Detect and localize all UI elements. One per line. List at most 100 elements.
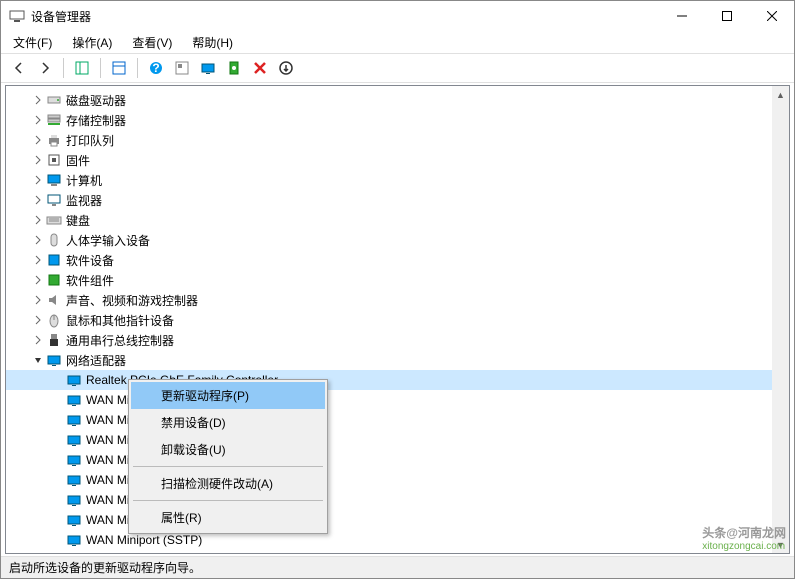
expand-icon[interactable] xyxy=(30,232,46,248)
expand-icon[interactable] xyxy=(30,172,46,188)
menu-file[interactable]: 文件(F) xyxy=(7,32,58,53)
menu-separator xyxy=(133,500,323,501)
close-button[interactable] xyxy=(749,1,794,31)
menu-disable-device[interactable]: 禁用设备(D) xyxy=(131,409,325,436)
device-tree[interactable]: 磁盘驱动器存储控制器打印队列固件计算机监视器键盘人体学输入设备软件设备软件组件声… xyxy=(6,86,789,554)
menu-update-driver[interactable]: 更新驱动程序(P) xyxy=(131,382,325,409)
tree-node[interactable]: 键盘 xyxy=(6,210,789,230)
forward-button[interactable] xyxy=(33,56,57,80)
update-driver-button[interactable] xyxy=(222,56,246,80)
tree-node-label: 存储控制器 xyxy=(66,112,126,129)
tree-node[interactable]: 人体学输入设备 xyxy=(6,230,789,250)
no-expander xyxy=(50,492,66,508)
tree-node[interactable]: 存储控制器 xyxy=(6,110,789,130)
storage-icon xyxy=(46,112,62,128)
expand-icon[interactable] xyxy=(30,292,46,308)
software-icon xyxy=(46,252,62,268)
tree-node-label: 磁盘驱动器 xyxy=(66,92,126,109)
network-icon xyxy=(66,452,82,468)
toolbar-separator xyxy=(100,58,101,78)
computer-icon xyxy=(46,172,62,188)
mouse-icon xyxy=(46,312,62,328)
tree-node[interactable]: 鼠标和其他指针设备 xyxy=(6,310,789,330)
menu-view[interactable]: 查看(V) xyxy=(126,32,178,53)
no-expander xyxy=(50,392,66,408)
tree-node-label: 网络适配器 xyxy=(66,352,126,369)
tree-node[interactable]: 磁盘驱动器 xyxy=(6,90,789,110)
tree-node[interactable]: 网络适配器 xyxy=(6,350,789,370)
context-menu: 更新驱动程序(P) 禁用设备(D) 卸载设备(U) 扫描检测硬件改动(A) 属性… xyxy=(128,379,328,534)
tree-node[interactable]: 监视器 xyxy=(6,190,789,210)
expand-icon[interactable] xyxy=(30,312,46,328)
tree-node[interactable]: 声音、视频和游戏控制器 xyxy=(6,290,789,310)
tree-node[interactable]: 打印队列 xyxy=(6,130,789,150)
no-expander xyxy=(50,432,66,448)
tree-node-label: 通用串行总线控制器 xyxy=(66,332,174,349)
scroll-up-button[interactable]: ▲ xyxy=(772,86,789,103)
uninstall-button[interactable] xyxy=(248,56,272,80)
expand-icon[interactable] xyxy=(30,272,46,288)
status-text: 启动所选设备的更新驱动程序向导。 xyxy=(9,559,201,576)
scan-hardware-button[interactable] xyxy=(196,56,220,80)
tree-node[interactable]: 软件设备 xyxy=(6,250,789,270)
toolbar: ? xyxy=(1,53,794,83)
menu-uninstall-device[interactable]: 卸载设备(U) xyxy=(131,436,325,463)
tree-node[interactable]: Realtek PCIe GbE Family Controller xyxy=(6,370,789,390)
tree-node[interactable]: WAN Miniport (PPPOE) xyxy=(6,490,789,510)
minimize-button[interactable] xyxy=(659,1,704,31)
device-tree-panel: 磁盘驱动器存储控制器打印队列固件计算机监视器键盘人体学输入设备软件设备软件组件声… xyxy=(5,85,790,554)
window-title: 设备管理器 xyxy=(31,8,659,25)
action-button[interactable] xyxy=(170,56,194,80)
tree-node[interactable]: WAN Miniport (IPv6) xyxy=(6,430,789,450)
expand-icon[interactable] xyxy=(30,132,46,148)
tree-node[interactable]: WAN Miniport (IKEv2) xyxy=(6,390,789,410)
menu-action[interactable]: 操作(A) xyxy=(66,32,118,53)
properties-button[interactable] xyxy=(107,56,131,80)
window-controls xyxy=(659,1,794,31)
tree-node[interactable]: WAN Miniport (IP) xyxy=(6,410,789,430)
tree-node[interactable]: WAN Miniport (SSTP) xyxy=(6,530,789,550)
hid-icon xyxy=(46,232,62,248)
app-icon xyxy=(9,8,25,24)
expand-icon[interactable] xyxy=(30,332,46,348)
expand-icon[interactable] xyxy=(30,112,46,128)
maximize-button[interactable] xyxy=(704,1,749,31)
network-icon xyxy=(66,392,82,408)
svg-text:?: ? xyxy=(152,61,159,75)
network-icon xyxy=(46,352,62,368)
tree-node[interactable]: 计算机 xyxy=(6,170,789,190)
tree-node[interactable]: WAN Miniport (PPTP) xyxy=(6,510,789,530)
menu-scan-hardware[interactable]: 扫描检测硬件改动(A) xyxy=(131,470,325,497)
tree-node[interactable]: 固件 xyxy=(6,150,789,170)
network-icon xyxy=(66,432,82,448)
network-icon xyxy=(66,512,82,528)
disable-button[interactable] xyxy=(274,56,298,80)
expand-icon[interactable] xyxy=(30,192,46,208)
network-icon xyxy=(66,532,82,548)
tree-node-label: WAN Miniport (SSTP) xyxy=(86,533,202,547)
sound-icon xyxy=(46,292,62,308)
collapse-icon[interactable] xyxy=(30,352,46,368)
network-icon xyxy=(66,372,82,388)
menu-help[interactable]: 帮助(H) xyxy=(186,32,239,53)
network-icon xyxy=(66,412,82,428)
tree-node[interactable]: WAN Miniport (L2TP) xyxy=(6,450,789,470)
tree-node[interactable]: 软件组件 xyxy=(6,270,789,290)
back-button[interactable] xyxy=(7,56,31,80)
scroll-down-button[interactable]: ▼ xyxy=(772,536,789,553)
menu-separator xyxy=(133,466,323,467)
menu-properties[interactable]: 属性(R) xyxy=(131,504,325,531)
no-expander xyxy=(50,512,66,528)
vertical-scrollbar[interactable]: ▲ ▼ xyxy=(772,86,789,553)
show-hide-tree-button[interactable] xyxy=(70,56,94,80)
no-expander xyxy=(50,452,66,468)
tree-node-label: 软件组件 xyxy=(66,272,114,289)
expand-icon[interactable] xyxy=(30,212,46,228)
expand-icon[interactable] xyxy=(30,92,46,108)
component-icon xyxy=(46,272,62,288)
tree-node[interactable]: WAN Miniport (Network Monitor) xyxy=(6,470,789,490)
expand-icon[interactable] xyxy=(30,252,46,268)
tree-node[interactable]: 通用串行总线控制器 xyxy=(6,330,789,350)
expand-icon[interactable] xyxy=(30,152,46,168)
help-button[interactable]: ? xyxy=(144,56,168,80)
